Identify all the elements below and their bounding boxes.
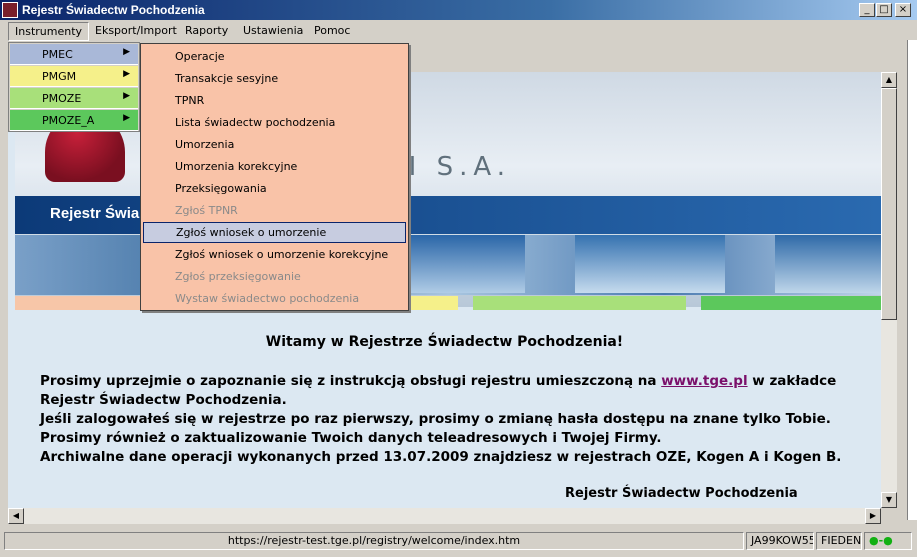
status-user: JA99KOW55 <box>746 532 814 550</box>
color-stripe <box>701 296 881 310</box>
instrumenty-menu: PMEC ▶ PMGM ▶ PMOZE ▶ PMOZE_A ▶ <box>8 42 140 132</box>
menu-instrumenty[interactable]: Instrumenty <box>8 22 90 41</box>
pmec-menu-item: Zgłoś przeksięgowanie <box>175 270 301 283</box>
menu-item-label: PMOZE_A <box>42 114 95 127</box>
menu-item-label: PMEC <box>42 48 73 61</box>
scroll-down-button[interactable]: ▼ <box>881 492 897 508</box>
menu-ustawienia[interactable]: Ustawienia <box>243 24 303 37</box>
status-bar: https://rejestr-test.tge.pl/registry/wel… <box>0 530 917 552</box>
window-title: Rejestr Świadectw Pochodzenia <box>22 3 205 17</box>
welcome-line2: Jeśli zalogowałeś się w rejestrze po raz… <box>40 411 831 427</box>
banner-pane <box>775 235 881 293</box>
pmec-menu-item[interactable]: Lista świadectw pochodzenia <box>143 112 406 133</box>
pmec-menu-item[interactable]: Zgłoś wniosek o umorzenie <box>143 222 406 243</box>
menu-item-pmoze-a[interactable]: PMOZE_A ▶ <box>10 110 138 131</box>
pmec-menu-item[interactable]: Operacje <box>143 46 406 67</box>
menu-pomoc[interactable]: Pomoc <box>314 24 350 37</box>
close-button[interactable]: × <box>895 3 911 17</box>
pmec-submenu: Operacje Transakcje sesyjne TPNR Lista świa… <box>140 43 409 311</box>
status-company: FIEDEN <box>816 532 862 550</box>
submenu-arrow-icon: ▶ <box>123 47 130 57</box>
tge-link[interactable]: www.tge.pl <box>661 373 747 389</box>
submenu-arrow-icon: ▶ <box>123 91 130 101</box>
title-bar: Rejestr Świadectw Pochodzenia _ □ × <box>0 0 917 20</box>
menu-item-pmgm[interactable]: PMGM ▶ <box>10 66 138 87</box>
menu-raporty[interactable]: Raporty <box>185 24 228 37</box>
welcome-line1-before: Prosimy uprzejmie o zapoznanie się z ins… <box>40 373 662 389</box>
pmec-menu-item[interactable]: Umorzenia korekcyjne <box>143 156 406 177</box>
color-stripe <box>473 296 686 310</box>
welcome-line3: Prosimy również o zaktualizowanie Twoich… <box>40 430 662 446</box>
app-icon <box>2 2 18 18</box>
pmec-menu-item[interactable]: Transakcje sesyjne <box>143 68 406 89</box>
pmec-menu-item[interactable]: TPNR <box>143 90 406 111</box>
menu-item-label: PMOZE <box>42 92 82 105</box>
scroll-up-button[interactable]: ▲ <box>881 72 897 88</box>
welcome-line4: Archiwalne dane operacji wykonanych prze… <box>40 449 842 465</box>
status-url: https://rejestr-test.tge.pl/registry/wel… <box>4 532 744 550</box>
welcome-heading: Witamy w Rejestrze Świadectw Pochodzenia… <box>265 334 624 350</box>
vertical-scrollbar[interactable]: ▲ ▼ <box>881 72 897 508</box>
banner-title: Rejestr Świa <box>50 205 140 222</box>
welcome-signature: Rejestr Świadectw Pochodzenia <box>565 486 798 501</box>
scroll-right-button[interactable]: ▶ <box>865 508 881 524</box>
pmec-menu-item[interactable]: Przeksięgowania <box>143 178 406 199</box>
connection-status-icon: ●-● <box>864 532 912 550</box>
browser-content: II S.A. Rejestr Świa Witamy w Rejestrze … <box>8 72 881 508</box>
menu-item-pmoze[interactable]: PMOZE ▶ <box>10 88 138 109</box>
pmec-menu-item: Zgłoś TPNR <box>175 204 238 217</box>
pmec-menu-item: Wystaw świadectwo pochodzenia <box>175 292 360 305</box>
vertical-scroll-thumb[interactable] <box>881 88 897 320</box>
maximize-button[interactable]: □ <box>876 3 892 17</box>
minimize-button[interactable]: _ <box>859 3 875 17</box>
menu-bar: Instrumenty Eksport/Import Raporty Ustaw… <box>0 20 917 42</box>
menu-item-pmec[interactable]: PMEC ▶ <box>10 44 138 65</box>
company-name-fragment: II S.A. <box>395 152 511 182</box>
submenu-arrow-icon: ▶ <box>123 113 130 123</box>
banner-pane <box>575 235 725 293</box>
right-edge-panel <box>907 40 917 520</box>
welcome-paragraph: Prosimy uprzejmie o zapoznanie się z ins… <box>40 372 880 467</box>
menu-item-label: PMGM <box>42 70 77 83</box>
submenu-arrow-icon: ▶ <box>123 69 130 79</box>
scroll-left-button[interactable]: ◀ <box>8 508 24 524</box>
horizontal-scrollbar[interactable]: ◀ ▶ <box>8 508 881 524</box>
menu-eksport-import[interactable]: Eksport/Import <box>95 24 177 37</box>
pmec-menu-item[interactable]: Umorzenia <box>143 134 406 155</box>
pmec-menu-item[interactable]: Zgłoś wniosek o umorzenie korekcyjne <box>143 244 406 265</box>
